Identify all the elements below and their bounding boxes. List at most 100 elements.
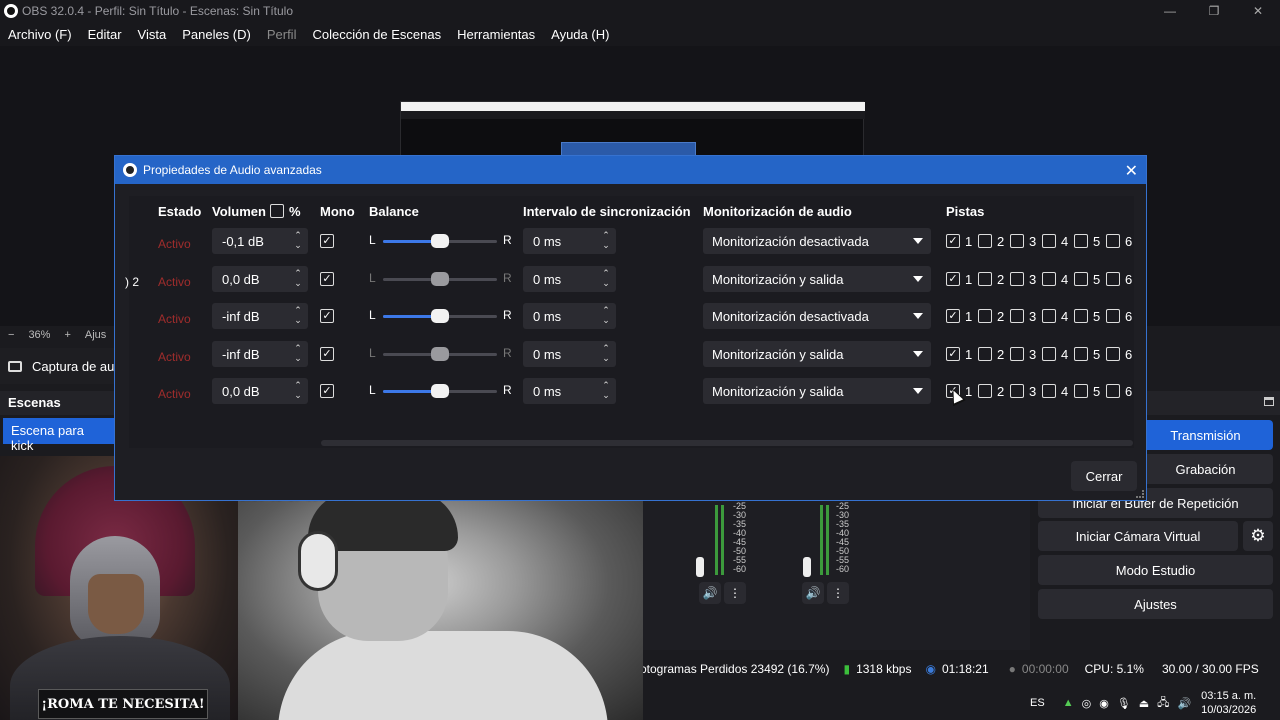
track-checkbox[interactable] — [1042, 309, 1056, 323]
maximize-button[interactable]: ❐ — [1192, 0, 1236, 22]
volume-spinbox[interactable]: 0,0 dB ⌃ ⌄ — [212, 378, 308, 404]
mic-icon[interactable]: 🎙 — [1117, 697, 1131, 710]
balance-knob[interactable] — [431, 309, 449, 323]
menu-perfil[interactable]: Perfil — [259, 27, 305, 42]
tray-icon[interactable]: ▲ — [1063, 697, 1074, 709]
track-checkbox[interactable] — [1106, 234, 1120, 248]
menu-vista[interactable]: Vista — [130, 27, 175, 42]
language-indicator[interactable]: ES — [1030, 697, 1045, 709]
menu-archivo[interactable]: Archivo (F) — [0, 27, 80, 42]
zoom-fit-button[interactable]: Ajus — [85, 329, 106, 341]
track-checkbox[interactable] — [978, 384, 992, 398]
scene-item[interactable]: Escena para kick — [3, 418, 115, 453]
balance-slider[interactable]: L R — [369, 306, 512, 326]
track-checkbox[interactable] — [1010, 347, 1024, 361]
volume-fader[interactable] — [696, 557, 704, 577]
track-checkbox[interactable] — [1106, 347, 1120, 361]
balance-knob[interactable] — [431, 384, 449, 398]
spin-arrows-icon[interactable]: ⌃ ⌄ — [600, 268, 612, 288]
balance-slider[interactable]: L R — [369, 269, 512, 289]
sync-offset-spinbox[interactable]: 0 ms ⌃ ⌄ — [523, 228, 616, 254]
start-streaming-button[interactable]: Transmisión — [1138, 420, 1273, 450]
track-checkbox[interactable] — [978, 309, 992, 323]
minimize-button[interactable]: — — [1148, 0, 1192, 22]
track-checkbox[interactable] — [1010, 384, 1024, 398]
balance-knob[interactable] — [431, 272, 449, 286]
track-checkbox[interactable] — [1042, 272, 1056, 286]
clock[interactable]: 03:15 a. m. 10/03/2026 — [1201, 689, 1256, 717]
zoom-out-button[interactable]: − — [8, 329, 14, 341]
track-checkbox[interactable] — [1106, 272, 1120, 286]
track-checkbox[interactable] — [1010, 272, 1024, 286]
spin-arrows-icon[interactable]: ⌃ ⌄ — [600, 305, 612, 325]
track-checkbox[interactable] — [978, 272, 992, 286]
track-checkbox[interactable] — [1042, 347, 1056, 361]
track-checkbox[interactable] — [1074, 272, 1088, 286]
track-checkbox[interactable] — [1074, 234, 1088, 248]
track-checkbox[interactable] — [1010, 309, 1024, 323]
virtual-camera-settings-gear-icon[interactable]: ⚙ — [1243, 521, 1273, 551]
track-checkbox[interactable]: ✓ — [946, 272, 960, 286]
network-icon[interactable]: 🖧 — [1157, 694, 1169, 713]
volume-spinbox[interactable]: -inf dB ⌃ ⌄ — [212, 341, 308, 367]
menu-ayuda[interactable]: Ayuda (H) — [543, 27, 617, 42]
zoom-in-button[interactable]: + — [64, 329, 70, 341]
track-checkbox[interactable] — [1074, 309, 1088, 323]
spin-arrows-icon[interactable]: ⌃ ⌄ — [292, 268, 304, 288]
more-options-icon[interactable]: ⋮ — [724, 582, 746, 604]
virtual-camera-button[interactable]: Iniciar Cámara Virtual — [1038, 521, 1238, 551]
speaker-icon[interactable]: 🔊 — [802, 582, 824, 604]
dialog-close-icon[interactable]: ✕ — [1125, 161, 1138, 181]
track-checkbox[interactable] — [1074, 384, 1088, 398]
usb-icon[interactable]: ⏏ — [1139, 697, 1149, 710]
spin-arrows-icon[interactable]: ⌃ ⌄ — [292, 230, 304, 250]
resize-grip[interactable] — [1136, 490, 1144, 498]
monitoring-dropdown[interactable]: Monitorización desactivada — [703, 303, 931, 329]
volume-spinbox[interactable]: -0,1 dB ⌃ ⌄ — [212, 228, 308, 254]
tray-icon[interactable]: ◎ — [1082, 697, 1092, 710]
sync-offset-spinbox[interactable]: 0 ms ⌃ ⌄ — [523, 303, 616, 329]
start-recording-button[interactable]: Grabación — [1138, 454, 1273, 484]
track-checkbox[interactable] — [978, 347, 992, 361]
monitoring-dropdown[interactable]: Monitorización y salida — [703, 341, 931, 367]
spin-arrows-icon[interactable]: ⌃ ⌄ — [292, 305, 304, 325]
monitoring-dropdown[interactable]: Monitorización y salida — [703, 378, 931, 404]
monitoring-dropdown[interactable]: Monitorización y salida — [703, 266, 931, 292]
undock-icon[interactable] — [1264, 397, 1274, 406]
settings-button[interactable]: Ajustes — [1038, 589, 1273, 619]
sync-offset-spinbox[interactable]: 0 ms ⌃ ⌄ — [523, 378, 616, 404]
track-checkbox[interactable] — [1042, 384, 1056, 398]
more-options-icon[interactable]: ⋮ — [827, 582, 849, 604]
speaker-icon[interactable]: 🔊 — [699, 582, 721, 604]
percent-checkbox[interactable] — [270, 204, 284, 218]
menu-herramientas[interactable]: Herramientas — [449, 27, 543, 42]
studio-mode-button[interactable]: Modo Estudio — [1038, 555, 1273, 585]
track-checkbox[interactable] — [978, 234, 992, 248]
volume-spinbox[interactable]: -inf dB ⌃ ⌄ — [212, 303, 308, 329]
close-dialog-button[interactable]: Cerrar — [1071, 461, 1137, 491]
volume-fader[interactable] — [803, 557, 811, 577]
sync-offset-spinbox[interactable]: 0 ms ⌃ ⌄ — [523, 341, 616, 367]
mono-checkbox[interactable]: ✓ — [320, 347, 334, 361]
volume-icon[interactable]: 🔊 — [1177, 697, 1191, 710]
track-checkbox[interactable]: ✓ — [946, 347, 960, 361]
balance-slider[interactable]: L R — [369, 344, 512, 364]
track-checkbox[interactable]: ✓ — [946, 309, 960, 323]
spin-arrows-icon[interactable]: ⌃ ⌄ — [600, 343, 612, 363]
close-window-button[interactable]: ✕ — [1236, 0, 1280, 22]
sync-offset-spinbox[interactable]: 0 ms ⌃ ⌄ — [523, 266, 616, 292]
track-checkbox[interactable]: ✓ — [946, 234, 960, 248]
mono-checkbox[interactable]: ✓ — [320, 234, 334, 248]
balance-slider[interactable]: L R — [369, 381, 512, 401]
spin-arrows-icon[interactable]: ⌃ ⌄ — [292, 343, 304, 363]
menu-paneles[interactable]: Paneles (D) — [174, 27, 259, 42]
menu-editar[interactable]: Editar — [80, 27, 130, 42]
track-checkbox[interactable] — [1106, 309, 1120, 323]
track-checkbox[interactable] — [1042, 234, 1056, 248]
spin-arrows-icon[interactable]: ⌃ ⌄ — [600, 380, 612, 400]
volume-spinbox[interactable]: 0,0 dB ⌃ ⌄ — [212, 266, 308, 292]
mono-checkbox[interactable]: ✓ — [320, 309, 334, 323]
monitoring-dropdown[interactable]: Monitorización desactivada — [703, 228, 931, 254]
balance-knob[interactable] — [431, 347, 449, 361]
spin-arrows-icon[interactable]: ⌃ ⌄ — [600, 230, 612, 250]
